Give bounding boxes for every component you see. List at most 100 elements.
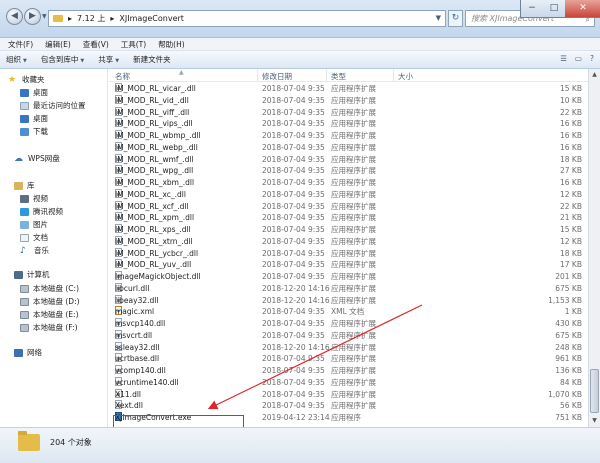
- file-row[interactable]: IM_MOD_RL_ycbcr_.dll 2018-07-04 9:35 应用程序扩…: [109, 247, 588, 260]
- file-row[interactable]: magic.xml 2018-07-04 9:35 XML 文档 1 KB: [109, 306, 588, 318]
- nav-drive-e[interactable]: 本地磁盘 (E:): [20, 309, 79, 321]
- column-type[interactable]: 类型: [331, 71, 346, 82]
- file-row[interactable]: IM_MOD_RL_wmf_.dll 2018-07-04 9:35 应用程序扩展 1…: [109, 153, 588, 166]
- nav-desktop[interactable]: 桌面: [20, 87, 48, 99]
- nav-favorites[interactable]: ★ 收藏夹: [8, 74, 45, 86]
- file-row[interactable]: IM_MOD_RL_yuv_.dll 2018-07-04 9:35 应用程序扩展 1…: [109, 259, 588, 271]
- file-date: 2018-07-04 9:35: [262, 131, 325, 140]
- window-titlebar: ◀ ▶ ▼ ▸ 7.12 上 ▸ XJImageConvert ▼ ↻ 搜索 X…: [0, 0, 600, 38]
- nav-desktop-2[interactable]: 桌面: [20, 113, 48, 125]
- nav-wps-cloud[interactable]: ☁ WPS网盘: [14, 153, 60, 165]
- file-row[interactable]: IM_MOD_RL_vid_.dll 2018-07-04 9:35 应用程序扩展 1…: [109, 94, 588, 107]
- file-type: 应用程序扩展: [331, 377, 376, 387]
- maximize-button[interactable]: □: [543, 0, 565, 17]
- menu-file[interactable]: 文件(F): [8, 38, 33, 50]
- nav-music[interactable]: ♪ 音乐: [20, 245, 49, 257]
- window-controls: − □ ✕: [520, 0, 600, 18]
- nav-videos[interactable]: 视频: [20, 193, 48, 205]
- column-divider[interactable]: [326, 70, 327, 81]
- file-row[interactable]: IM_MOD_RL_xps_.dll 2018-07-04 9:35 应用程序扩展 1…: [109, 224, 588, 236]
- file-row[interactable]: IM_MOD_RL_xcf_.dll 2018-07-04 9:35 应用程序扩展 2…: [109, 200, 588, 213]
- file-size: 201 KB: [555, 272, 582, 281]
- column-size[interactable]: 大小: [398, 71, 413, 82]
- include-in-library-button[interactable]: 包含到库中 ▼: [41, 54, 84, 65]
- file-row[interactable]: msvcrt.dll 2018-07-04 9:35 应用程序扩展 675 KB: [109, 329, 588, 342]
- file-date: 2018-12-20 14:16: [262, 342, 330, 352]
- organize-button[interactable]: 组织 ▼: [6, 54, 27, 65]
- file-row[interactable]: IM_MOD_RL_wpg_.dll 2018-07-04 9:35 应用程序扩展 2…: [109, 165, 588, 177]
- file-row[interactable]: IM_MOD_RL_xpm_.dll 2018-07-04 9:35 应用程序扩展 2…: [109, 212, 588, 224]
- file-row[interactable]: Xext.dll 2018-07-04 9:35 应用程序扩展 56 KB: [109, 400, 588, 412]
- menu-view[interactable]: 查看(V): [83, 38, 109, 50]
- column-divider[interactable]: [393, 70, 394, 81]
- file-row[interactable]: msvcp140.dll 2018-07-04 9:35 应用程序扩展 430 KB: [109, 318, 588, 330]
- close-button[interactable]: ✕: [565, 0, 600, 17]
- share-button[interactable]: 共享 ▼: [98, 54, 119, 65]
- file-date: 2018-07-04 9:35: [262, 225, 325, 234]
- file-name: ucrtbase.dll: [115, 354, 160, 364]
- nav-desktop2-label: 桌面: [33, 114, 48, 123]
- file-date: 2018-07-04 9:35: [262, 260, 325, 270]
- column-date[interactable]: 修改日期: [262, 71, 292, 82]
- nav-downloads[interactable]: 下载: [20, 126, 48, 138]
- refresh-button[interactable]: ↻: [448, 10, 463, 27]
- file-name: msvcp140.dll: [115, 319, 166, 328]
- file-row[interactable]: ssleay32.dll 2018-12-20 14:16 应用程序扩展 248 KB: [109, 341, 588, 354]
- breadcrumb-xjimageconvert[interactable]: XJImageConvert: [119, 14, 184, 23]
- scroll-up-icon[interactable]: ▲: [589, 69, 600, 81]
- vertical-scrollbar[interactable]: ▲ ▼: [588, 69, 600, 427]
- back-button[interactable]: ◀: [6, 8, 23, 25]
- file-type: 应用程序: [331, 413, 361, 422]
- share-label: 共享: [98, 55, 114, 64]
- new-folder-button[interactable]: 新建文件夹: [133, 54, 171, 65]
- file-row[interactable]: IM_MOD_RL_vicar_.dll 2018-07-04 9:35 应用程序扩…: [109, 83, 588, 95]
- file-row[interactable]: ucrtbase.dll 2018-07-04 9:35 应用程序扩展 961 KB: [109, 353, 588, 365]
- forward-button[interactable]: ▶: [24, 8, 41, 25]
- file-row[interactable]: vcomp140.dll 2018-07-04 9:35 应用程序扩展 136 KB: [109, 365, 588, 377]
- file-row[interactable]: ImageMagickObject.dll 2018-07-04 9:35 应用程序…: [109, 271, 588, 283]
- minimize-button[interactable]: −: [521, 0, 543, 17]
- preview-pane-icon[interactable]: ▭: [575, 54, 582, 63]
- column-divider[interactable]: [257, 70, 258, 81]
- file-row[interactable]: libeay32.dll 2018-12-20 14:16 应用程序扩展 1,153 …: [109, 294, 588, 307]
- nav-network[interactable]: 网络: [14, 347, 42, 359]
- address-dropdown-icon[interactable]: ▼: [436, 14, 441, 22]
- file-row[interactable]: IM_MOD_RL_webp_.dll 2018-07-04 9:35 应用程序扩展…: [109, 141, 588, 154]
- menu-edit[interactable]: 编辑(E): [45, 38, 71, 50]
- address-bar[interactable]: ▸ 7.12 上 ▸ XJImageConvert ▼: [48, 10, 446, 27]
- file-date: 2018-07-04 9:35: [262, 377, 325, 387]
- nav-drive-c[interactable]: 本地磁盘 (C:): [20, 283, 79, 295]
- nav-drive-d[interactable]: 本地磁盘 (D:): [20, 296, 80, 308]
- nav-libraries[interactable]: 库: [14, 180, 35, 192]
- pictures-icon: [20, 221, 29, 229]
- file-row[interactable]: IM_MOD_RL_vips_.dll 2018-07-04 9:35 应用程序扩展…: [109, 118, 588, 130]
- file-date: 2018-07-04 9:35: [262, 319, 325, 328]
- file-row[interactable]: IM_MOD_RL_xbm_.dll 2018-07-04 9:35 应用程序扩展 1…: [109, 177, 588, 189]
- scroll-down-icon[interactable]: ▼: [589, 415, 600, 427]
- nav-computer[interactable]: 计算机: [14, 269, 50, 281]
- nav-documents[interactable]: 文档: [20, 232, 48, 244]
- nav-pictures[interactable]: 图片: [20, 219, 48, 231]
- file-row[interactable]: vcruntime140.dll 2018-07-04 9:35 应用程序扩展 84 …: [109, 376, 588, 389]
- change-view-icon[interactable]: ☰: [560, 54, 567, 63]
- help-icon[interactable]: ?: [590, 54, 594, 63]
- file-name: IM_MOD_RL_ycbcr_.dll: [115, 248, 199, 258]
- nav-tencent-video[interactable]: 腾讯视频: [20, 206, 63, 218]
- recent-pages-dropdown-icon[interactable]: ▼: [42, 13, 47, 20]
- nav-network-label: 网络: [27, 348, 42, 357]
- nav-recent[interactable]: 最近访问的位置: [20, 100, 86, 112]
- file-row[interactable]: libcurl.dll 2018-12-20 14:16 应用程序扩展 675 KB: [109, 282, 588, 295]
- menu-help[interactable]: 帮助(H): [158, 38, 185, 50]
- file-row[interactable]: IM_MOD_RL_viff_.dll 2018-07-04 9:35 应用程序扩展…: [109, 106, 588, 119]
- file-size: 1,153 KB: [548, 295, 582, 305]
- scrollbar-thumb[interactable]: [590, 369, 599, 413]
- file-row[interactable]: IM_MOD_RL_xtrn_.dll 2018-07-04 9:35 应用程序扩展…: [109, 235, 588, 248]
- column-name[interactable]: 名称: [115, 71, 130, 82]
- menu-tools[interactable]: 工具(T): [121, 38, 146, 50]
- nav-drive-f[interactable]: 本地磁盘 (F:): [20, 322, 78, 334]
- file-row[interactable]: X11.dll 2018-07-04 9:35 应用程序扩展 1,070 KB: [109, 388, 588, 401]
- file-row[interactable]: IM_MOD_RL_xc_.dll 2018-07-04 9:35 应用程序扩展 12…: [109, 188, 588, 201]
- breadcrumb-7-12[interactable]: 7.12 上: [77, 13, 105, 24]
- file-row[interactable]: IM_MOD_RL_wbmp_.dll 2018-07-04 9:35 应用程序扩展…: [109, 130, 588, 142]
- desktop-icon: [20, 115, 29, 123]
